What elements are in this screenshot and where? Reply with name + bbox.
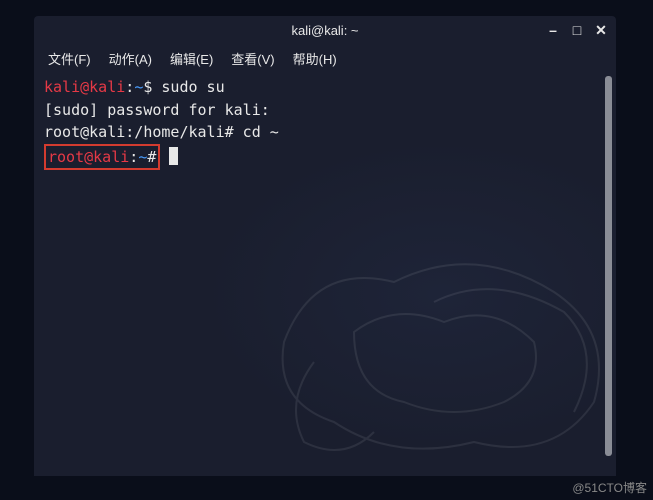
watermark: @51CTO博客 [572,479,647,496]
prompt-sep: : [129,148,138,166]
prompt-path: ~ [138,148,147,166]
window-controls: – □ ✕ [546,23,608,37]
menu-action[interactable]: 动作(A) [109,49,152,68]
menu-view[interactable]: 查看(V) [231,49,274,68]
maximize-icon[interactable]: □ [570,23,584,37]
highlight-box: root@kali:~# [44,144,160,171]
prompt-user: root@kali [48,148,129,166]
close-icon[interactable]: ✕ [594,23,608,37]
kali-dragon-bg-icon [234,202,634,482]
minimize-icon[interactable]: – [546,23,560,37]
scrollbar[interactable] [605,76,612,456]
terminal-line: [sudo] password for kali: [44,99,606,122]
command-text: sudo su [152,78,224,96]
command-text: cd ~ [234,123,279,141]
prompt-text: root@kali:/home/kali# [44,123,234,141]
prompt-path: ~ [134,78,143,96]
terminal-line: root@kali:~# [44,144,606,171]
prompt-user: kali@kali [44,78,125,96]
prompt-sep: : [125,78,134,96]
cursor [169,147,178,165]
terminal-line: kali@kali:~$ sudo su [44,76,606,99]
menubar: 文件(F) 动作(A) 编辑(E) 查看(V) 帮助(H) [34,44,616,72]
menu-help[interactable]: 帮助(H) [293,49,337,68]
window-titlebar: kali@kali: ~ – □ ✕ [34,16,616,44]
terminal-body[interactable]: kali@kali:~$ sudo su [sudo] password for… [34,72,616,476]
menu-edit[interactable]: 编辑(E) [170,49,213,68]
window-title: kali@kali: ~ [291,23,358,38]
terminal-window: kali@kali: ~ – □ ✕ 文件(F) 动作(A) 编辑(E) 查看(… [34,16,616,476]
terminal-line: root@kali:/home/kali# cd ~ [44,121,606,144]
prompt-symbol: # [147,148,156,166]
menu-file[interactable]: 文件(F) [48,49,91,68]
